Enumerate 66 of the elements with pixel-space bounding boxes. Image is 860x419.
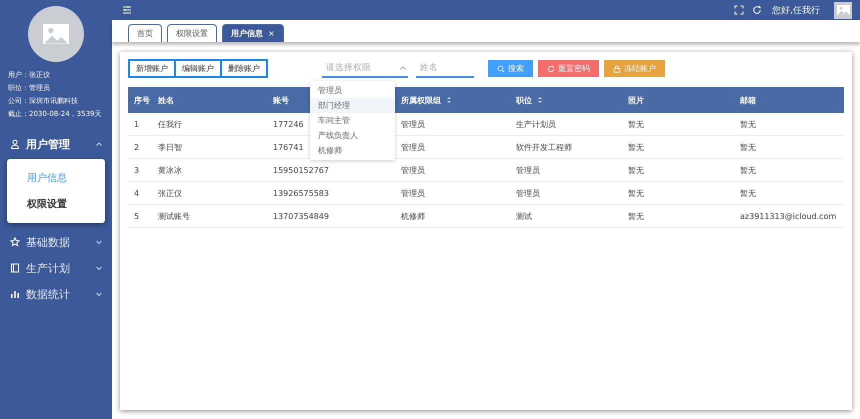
column-header[interactable]: 所属权限组 [395,87,510,113]
column-header: 照片 [622,87,734,113]
table-cell: 暂无 [622,136,734,158]
tab[interactable]: 首页 [128,24,162,42]
table-cell: 13926575583 [267,182,395,204]
table-cell: 15950152767 [267,158,395,182]
column-header: 邮箱 [734,87,844,113]
dropdown-option[interactable]: 车间主管 [310,113,395,128]
table-cell: 测试账号 [152,204,267,228]
table-cell: 管理员 [395,158,510,182]
table-cell: 暂无 [734,158,844,182]
table-cell: 黄冰冰 [152,158,267,182]
column-header[interactable]: 职位 [510,87,622,113]
table-cell: 1 [128,113,152,136]
table-cell: 测试 [510,204,622,228]
user-icon [10,139,20,149]
search-icon [497,64,505,72]
fullscreen-icon [734,5,744,15]
user-avatar[interactable] [834,2,852,18]
table-cell: 4 [128,182,152,204]
table-cell: 暂无 [622,204,734,228]
table-cell: 暂无 [622,182,734,204]
column-header: 姓名 [152,87,267,113]
table-cell: 管理员 [395,136,510,158]
lock-icon [613,64,621,72]
greeting-text: 您好,任我行 [772,4,820,16]
table-cell: 任我行 [152,113,267,136]
bar-chart-icon [10,289,20,299]
menu-item[interactable]: 生产计划 [0,255,112,281]
table-cell: 暂无 [734,113,844,136]
menu-item[interactable]: 数据统计 [0,281,112,307]
refresh-icon [752,5,762,15]
table-cell: 张正仪 [152,182,267,204]
menu-item[interactable]: 用户管理 [0,131,112,157]
table-cell: 管理员 [395,113,510,136]
dropdown-option[interactable]: 产线负责人 [310,128,395,143]
tab[interactable]: 权限设置 [167,24,217,42]
star-icon [10,237,20,247]
menu-icon [122,5,132,15]
table-cell: 暂无 [622,158,734,182]
menu-item[interactable]: 基础数据 [0,229,112,255]
refresh-icon [547,64,555,72]
table-cell: 5 [128,204,152,228]
column-header: 序号 [128,87,152,113]
table-cell: 软件开发工程师 [510,136,622,158]
dropdown-option[interactable]: 机修师 [310,143,395,158]
table-cell: 13707354849 [267,204,395,228]
image-icon [43,24,69,44]
table-cell: 暂无 [734,136,844,158]
table-cell: 3 [128,158,152,182]
table-cell: 管理员 [510,158,622,182]
image-icon [836,4,850,16]
table-cell: 暂无 [734,182,844,204]
table-cell: az3911313@icloud.com [734,204,844,228]
table-cell: 生产计划员 [510,113,622,136]
book-icon [10,263,20,273]
table-cell: 管理员 [395,182,510,204]
submenu-item[interactable]: 权限设置 [7,191,105,217]
table-cell: 2 [128,136,152,158]
close-icon[interactable]: × [268,29,275,38]
tab[interactable]: 用户信息 × [222,24,284,42]
table-cell: 李日智 [152,136,267,158]
table-cell: 管理员 [510,182,622,204]
table-cell: 暂无 [622,113,734,136]
table-cell: 机修师 [395,204,510,228]
dropdown-option[interactable]: 部门经理 [310,98,395,113]
